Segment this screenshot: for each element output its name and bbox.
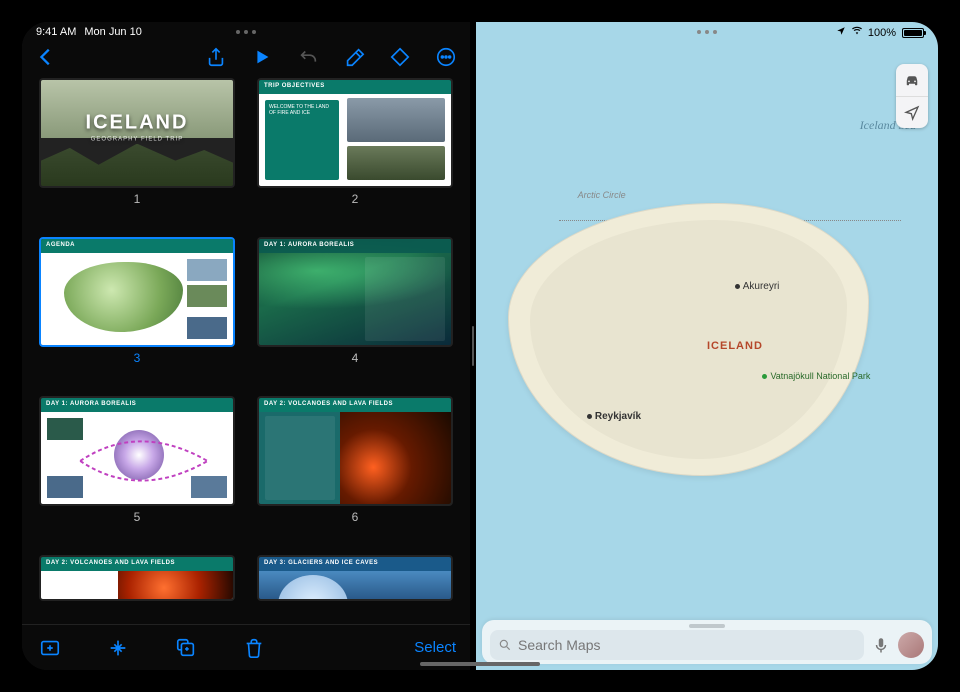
slide-thumbnail[interactable]: TRIP OBJECTIVES WELCOME TO THE LAND OF F… — [254, 78, 456, 229]
slide-title: TRIP OBJECTIVES — [259, 80, 451, 94]
add-slide-icon[interactable] — [36, 634, 64, 662]
maps-search-sheet[interactable]: Search Maps — [482, 620, 932, 664]
search-input[interactable]: Search Maps — [490, 630, 864, 660]
slide-title: ICELAND — [86, 111, 189, 133]
slide-grid[interactable]: ICELAND GEOGRAPHY FIELD TRIP 1 TRIP OBJE… — [22, 74, 470, 624]
city-label-reykjavik[interactable]: Reykjavík — [587, 411, 641, 422]
country-label: Iceland — [707, 340, 763, 352]
slide-number: 6 — [352, 510, 359, 524]
slide-subtitle: GEOGRAPHY FIELD TRIP — [86, 136, 189, 142]
slide-thumbnail[interactable]: DAY 1: AURORA BOREALIS 4 — [254, 237, 456, 388]
undo-icon[interactable] — [294, 43, 322, 71]
search-placeholder: Search Maps — [518, 637, 600, 653]
multitask-dots-left[interactable] — [236, 30, 256, 34]
select-button[interactable]: Select — [414, 639, 456, 656]
search-icon — [498, 638, 512, 652]
slide-number: 4 — [352, 351, 359, 365]
slide-thumbnail[interactable]: DAY 1: AURORA BOREALIS 5 — [36, 396, 238, 547]
park-label[interactable]: Vatnajökull National Park — [762, 372, 842, 382]
slide-thumbnail[interactable]: DAY 2: VOLCANOES AND LAVA FIELDS 6 — [254, 396, 456, 547]
trash-icon[interactable] — [240, 634, 268, 662]
maps-app[interactable]: Iceland Sea Arctic Circle Iceland Reykja… — [476, 22, 938, 670]
share-icon[interactable] — [202, 43, 230, 71]
driving-mode-icon[interactable] — [896, 64, 928, 96]
slide-number: 3 — [134, 351, 141, 365]
slide-title: DAY 1: AURORA BOREALIS — [259, 239, 451, 253]
screen: 9:41 AM Mon Jun 10 100% — [22, 22, 938, 670]
slide-title: DAY 3: GLACIERS AND ICE CAVES — [259, 557, 451, 571]
locate-me-icon[interactable] — [896, 96, 928, 128]
slide-number: 5 — [134, 510, 141, 524]
account-avatar[interactable] — [898, 632, 924, 658]
slide-title: DAY 2: VOLCANOES AND LAVA FIELDS — [41, 557, 233, 571]
iceland-landmass — [508, 203, 868, 475]
slide-subtitle: WELCOME TO THE LAND OF FIRE AND ICE — [269, 104, 335, 116]
keynote-bottom-toolbar: Select — [22, 624, 470, 670]
map-controls — [896, 64, 928, 128]
outline-icon[interactable] — [104, 634, 132, 662]
city-label-akureyri[interactable]: Akureyri — [735, 281, 780, 292]
brush-icon[interactable] — [340, 43, 368, 71]
slide-thumbnail[interactable]: DAY 3: GLACIERS AND ICE CAVES — [254, 555, 456, 624]
arctic-circle-label: Arctic Circle — [578, 190, 626, 200]
slide-thumbnail[interactable]: ICELAND GEOGRAPHY FIELD TRIP 1 — [36, 78, 238, 229]
dictate-icon[interactable] — [872, 636, 890, 654]
slide-thumbnail[interactable]: AGENDA 3 — [36, 237, 238, 388]
play-icon[interactable] — [248, 43, 276, 71]
home-indicator[interactable] — [420, 662, 540, 666]
duplicate-icon[interactable] — [172, 634, 200, 662]
slide-number: 2 — [352, 192, 359, 206]
sheet-grabber[interactable] — [689, 624, 725, 628]
slide-number: 1 — [134, 192, 141, 206]
more-icon[interactable] — [432, 43, 460, 71]
multitask-dots-right[interactable] — [697, 30, 717, 34]
slide-title: AGENDA — [41, 239, 233, 253]
keynote-app: ICELAND GEOGRAPHY FIELD TRIP 1 TRIP OBJE… — [22, 22, 470, 670]
back-button[interactable] — [32, 43, 60, 71]
ipad-frame: 9:41 AM Mon Jun 10 100% — [0, 0, 960, 692]
animate-icon[interactable] — [386, 43, 414, 71]
slide-title: DAY 2: VOLCANOES AND LAVA FIELDS — [259, 398, 451, 412]
slide-title: DAY 1: AURORA BOREALIS — [41, 398, 233, 412]
slide-thumbnail[interactable]: DAY 2: VOLCANOES AND LAVA FIELDS — [36, 555, 238, 624]
